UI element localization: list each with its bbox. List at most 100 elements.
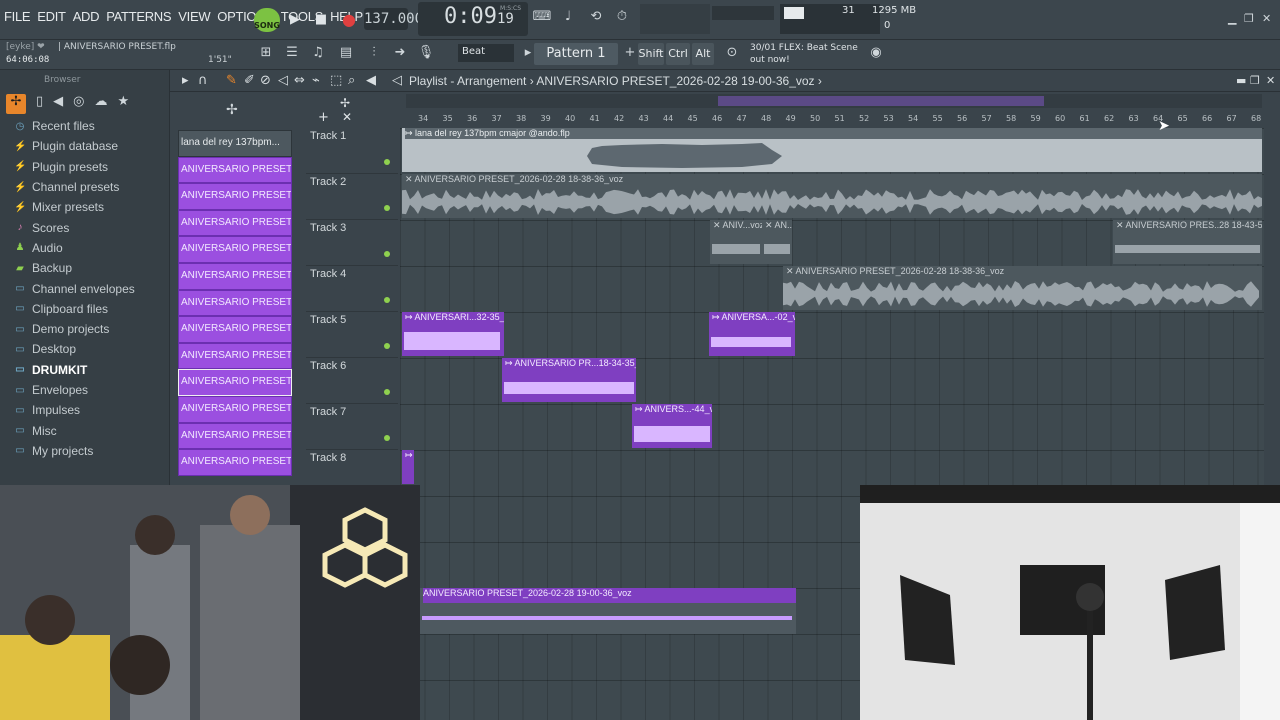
cloud-icon[interactable]: ☁	[95, 94, 108, 114]
playback-icon[interactable]: ◀	[366, 70, 376, 92]
audio-clip-dragging[interactable]: ANIVERSARIO PRESET_2026-02-28 19-00-36_v…	[420, 588, 796, 634]
microphone-icon[interactable]: 🎙	[416, 45, 436, 65]
menu-file[interactable]: FILE	[4, 9, 31, 24]
picker-item[interactable]: ANIVERSARIO PRESET_202...	[178, 316, 292, 343]
pattern-selector[interactable]: Pattern 1	[534, 43, 618, 65]
track-header[interactable]: Track 3	[306, 220, 398, 266]
speaker-icon[interactable]: ◀	[53, 94, 63, 114]
pencil-icon[interactable]: ✎	[226, 70, 237, 92]
select-icon[interactable]: ⬚	[330, 70, 342, 92]
plugin-picker-icon[interactable]: ➜	[390, 45, 410, 65]
stop-icon[interactable]: ■	[310, 9, 332, 31]
picker-item[interactable]: ANIVERSARIO PRESET_202...	[178, 183, 292, 210]
add-track-icon[interactable]: +	[318, 110, 329, 125]
shift-key-button[interactable]: Shift	[638, 43, 664, 65]
browser-item[interactable]: ⚡ Channel presets	[0, 177, 169, 197]
menu-edit[interactable]: EDIT	[37, 9, 66, 24]
add-pattern-icon[interactable]: +	[620, 45, 640, 65]
playlist-arrow-icon[interactable]: ▸	[182, 70, 189, 92]
track-led[interactable]	[384, 159, 390, 165]
minimize-icon[interactable]: ▬	[1236, 70, 1246, 92]
mute-icon[interactable]: ◁	[278, 70, 288, 92]
audio-clip[interactable]: ↦ ANIVERSARIO PR...18-34-35_voz	[502, 358, 636, 402]
paint-icon[interactable]: ✐	[244, 70, 255, 92]
maximize-icon[interactable]: ❐	[1250, 70, 1260, 92]
loop-record-icon[interactable]: ⟲	[586, 9, 606, 29]
track-header[interactable]: Track 6	[306, 358, 398, 404]
picker-item[interactable]: ANIVERSARIO PRESET_202...	[178, 209, 292, 237]
browser-item[interactable]: ▰ Backup	[0, 258, 169, 278]
track-led[interactable]	[384, 389, 390, 395]
piano-roll-icon[interactable]: ♫	[308, 45, 328, 65]
zoom-icon[interactable]: ⌕	[348, 70, 355, 92]
play-icon[interactable]: ▶	[284, 9, 306, 31]
track-header[interactable]: Track 7	[306, 404, 398, 450]
browser-item[interactable]: ♪ Scores	[0, 217, 169, 237]
ctrl-key-button[interactable]: Ctrl	[666, 43, 690, 65]
picker-item[interactable]: ANIVERSARIO PRESET_202...	[178, 156, 292, 184]
track-header[interactable]: Track 2	[306, 174, 398, 220]
move-icon[interactable]: ✢	[340, 96, 350, 110]
channel-rack-icon[interactable]: ▤	[336, 45, 356, 65]
minimize-icon[interactable]: ▁	[1228, 12, 1236, 25]
speaker-icon[interactable]: ◁	[392, 70, 402, 92]
picker-item[interactable]: ANIVERSARIO PRESET_202...	[178, 369, 292, 396]
audio-clip[interactable]: ↦	[402, 450, 414, 484]
browser-item[interactable]: ▭ My projects	[0, 441, 169, 461]
file-icon[interactable]: ▯	[36, 94, 43, 114]
audio-clip[interactable]: ↦ ANIVERS...-44_voz	[632, 404, 712, 448]
track-led[interactable]	[384, 205, 390, 211]
track-header[interactable]: Track 4	[306, 266, 398, 312]
audio-clip[interactable]: ✕ ANIV...voz	[710, 220, 762, 264]
star-icon[interactable]: ★	[118, 94, 130, 114]
browser-item[interactable]: ♟ Audio	[0, 238, 169, 258]
scrollbar-thumb[interactable]	[718, 96, 1044, 106]
song-mode-button[interactable]: SONG	[254, 8, 280, 32]
alt-key-button[interactable]: Alt	[692, 43, 714, 65]
browser-item[interactable]: ▭ DRUMKIT	[0, 360, 169, 380]
picker-item[interactable]: ANIVERSARIO PRESET_202...	[178, 236, 292, 263]
countdown-icon[interactable]: ♩	[558, 9, 578, 29]
snap-icon[interactable]: ⊞	[256, 45, 276, 65]
news-icon[interactable]: ⊙	[722, 45, 742, 65]
picker-item[interactable]: ANIVERSARIO PRESET_202...	[178, 395, 292, 423]
menu-patterns[interactable]: PATTERNS	[106, 9, 171, 24]
typing-keyboard-icon[interactable]: ⌨	[532, 9, 552, 29]
browser-item[interactable]: ▭ Envelopes	[0, 380, 169, 400]
picker-item[interactable]: ANIVERSARIO PRESET_202...	[178, 342, 292, 370]
slip-icon[interactable]: ⇔	[294, 70, 305, 92]
mixer-icon[interactable]: ⫶	[364, 45, 384, 65]
track-led[interactable]	[384, 251, 390, 257]
picker-item[interactable]: lana del rey 137bpm...	[178, 130, 292, 157]
track-header[interactable]: Track 5	[306, 312, 398, 358]
audio-clip[interactable]: ↦ lana del rey 137bpm cmajor @ando.flp	[402, 128, 1262, 172]
tempo-display[interactable]: 137.000	[364, 8, 423, 30]
browser-item[interactable]: ▭ Clipboard files	[0, 299, 169, 319]
delete-icon[interactable]: ⊘	[260, 70, 271, 92]
browser-item[interactable]: ⚡ Mixer presets	[0, 197, 169, 217]
remove-track-icon[interactable]: ✕	[342, 110, 352, 124]
record-icon[interactable]: ●	[338, 9, 360, 31]
menu-add[interactable]: ADD	[73, 9, 100, 24]
plugin-icon[interactable]: ◎	[73, 94, 84, 114]
track-led[interactable]	[384, 435, 390, 441]
browser-item[interactable]: ⚡ Plugin presets	[0, 157, 169, 177]
audio-clip[interactable]: ✕ ANIVERSARIO PRESET_2026-02-28 18-38-36…	[783, 266, 1262, 310]
browser-item[interactable]: ⚡ Plugin database	[0, 136, 169, 156]
audio-clip[interactable]: ↦ ANIVERSA...-02_voz	[709, 312, 795, 356]
news-panel[interactable]: 30/01 FLEX: Beat Scene out now!	[750, 42, 858, 66]
track-led[interactable]	[384, 343, 390, 349]
audio-clip[interactable]: ✕ ANIVERSARIO PRES..28 18-43-50_voz	[1113, 220, 1262, 264]
audio-clip[interactable]: ✕ ANIVERSARIO PRESET_2026-02-28 18-38-36…	[402, 174, 1262, 218]
timeline-ruler[interactable]: 34 35 36 37 38 39 40 41 42 43 44 45 46 47 48 49 50 51 52 53…	[400, 112, 1264, 128]
browser-item[interactable]: ▭ Demo projects	[0, 319, 169, 339]
audio-clip[interactable]: ✕ AN...2	[762, 220, 792, 264]
snap-select[interactable]: Beat	[458, 44, 514, 62]
picker-item[interactable]: ANIVERSARIO PRESET_202...	[178, 262, 292, 290]
picker-item[interactable]: ANIVERSARIO PRESET_202...	[178, 289, 292, 317]
playlist-icon[interactable]: ☰	[282, 45, 302, 65]
browser-item[interactable]: ▭ Impulses	[0, 400, 169, 420]
browser-item[interactable]: ▭ Misc	[0, 420, 169, 440]
close-icon[interactable]: ✕	[1266, 70, 1275, 92]
maximize-icon[interactable]: ❐	[1244, 12, 1254, 25]
